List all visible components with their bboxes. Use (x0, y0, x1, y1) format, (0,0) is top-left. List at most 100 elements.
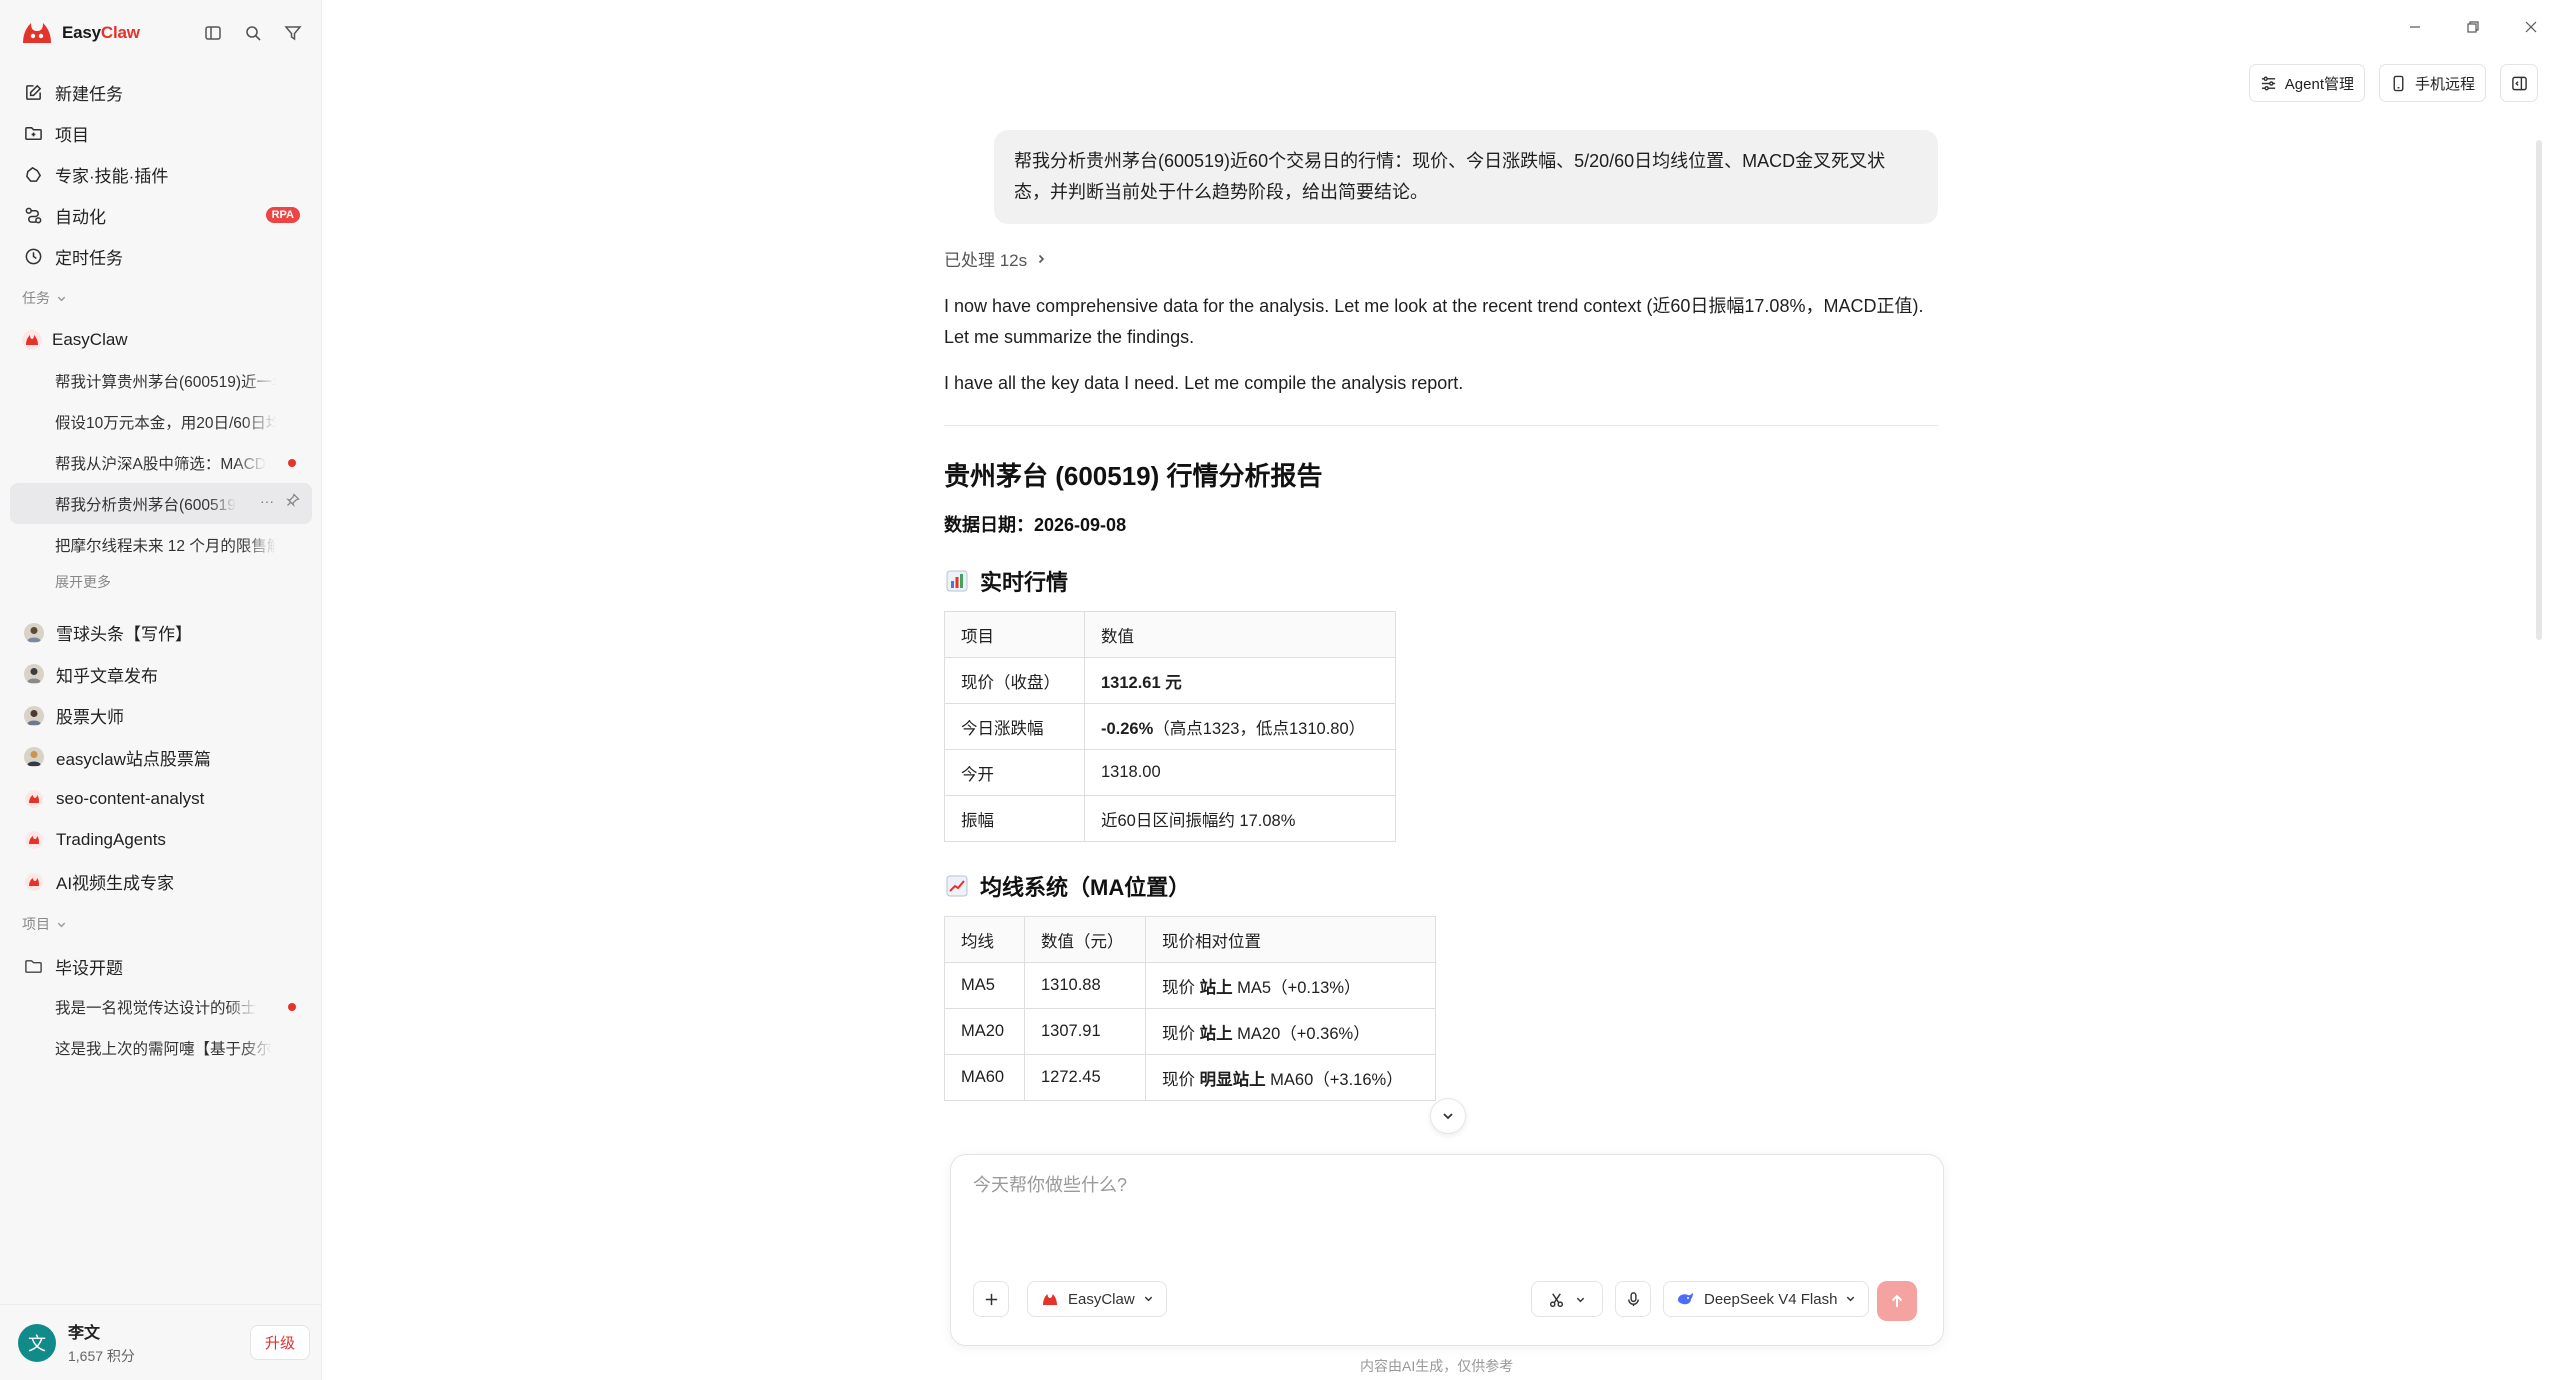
unread-dot (288, 1003, 296, 1011)
upgrade-button[interactable]: 升级 (249, 1325, 310, 1360)
easyclaw-logo-icon (22, 330, 42, 350)
table-header: 现价相对位置 (1145, 916, 1436, 963)
puzzle-icon (26, 166, 42, 182)
agent-item[interactable]: 雪球头条【写作】 (10, 612, 312, 654)
mobile-remote-button[interactable]: 手机远程 (2378, 64, 2486, 102)
project-task-item[interactable]: 这是我上次的需阿嚏【基于皮尔 (10, 1027, 312, 1068)
more-options-icon[interactable]: ··· (260, 493, 274, 510)
agent-item[interactable]: 股票大师 (10, 695, 312, 737)
restore-icon[interactable] (2444, 0, 2502, 54)
agent-item[interactable]: 知乎文章发布 (10, 654, 312, 696)
scrollbar[interactable] (2536, 140, 2542, 640)
task-item[interactable]: 帮我计算贵州茅台(600519)近一年 (10, 360, 312, 401)
show-more-link[interactable]: 展开更多 (10, 565, 312, 599)
nav-projects[interactable]: 项目 (10, 113, 312, 154)
chat-thread: 帮我分析贵州茅台(600519)近60个交易日的行情：现价、今日涨跌幅、5/20… (944, 130, 1938, 1101)
easyclaw-logo-icon (24, 789, 44, 809)
task-group-head[interactable]: EasyClaw (10, 320, 312, 360)
chevron-down-icon (57, 922, 66, 927)
agent-item[interactable]: seo-content-analyst (10, 778, 312, 820)
user-avatar[interactable]: 文 (18, 1323, 56, 1362)
project-group: 毕设开题 我是一名视觉传达设计的硕士 这是我上次的需阿嚏【基于皮尔 (10, 946, 312, 1068)
table-row: 现价（收盘） 1312.61 元 (944, 657, 1396, 704)
table-row: 振幅 近60日区间振幅约 17.08% (944, 795, 1396, 842)
projects-section-toggle[interactable]: 项目 (22, 914, 67, 934)
task-item[interactable]: 帮我从沪深A股中筛选：MACD (10, 442, 312, 483)
nav-experts-skills[interactable]: 专家·技能·插件 (10, 154, 312, 195)
clock-icon (25, 248, 42, 265)
user-points: 1,657 积分 (68, 1348, 135, 1364)
folder-plus-icon (25, 127, 42, 140)
panel-icon (2511, 76, 2527, 90)
chevron-down-icon (1576, 1297, 1585, 1302)
agent-item[interactable]: TradingAgents (10, 820, 312, 862)
toggle-panel-button[interactable] (2500, 64, 2538, 102)
tools-button[interactable] (1531, 1281, 1603, 1317)
close-icon[interactable] (2502, 0, 2560, 54)
line-chart-icon (944, 873, 970, 899)
tasks-section-toggle[interactable]: 任务 (22, 288, 67, 308)
chevron-down-icon (1143, 1291, 1154, 1308)
attach-button[interactable] (973, 1281, 1009, 1317)
nav-new-task[interactable]: 新建任务 (10, 72, 312, 113)
task-item-active[interactable]: 帮我分析贵州茅台(600519 ··· (10, 483, 312, 524)
agent-item[interactable]: easyclaw站点股票篇 (10, 737, 312, 779)
prompt-input[interactable] (973, 1175, 1913, 1196)
section-heading: 实时行情 (944, 565, 1938, 597)
table-row: 今日涨跌幅 -0.26%（高点1323，低点1310.80） (944, 703, 1396, 750)
window-controls (2386, 0, 2560, 54)
task-item[interactable]: 假设10万元本金，用20日/60日均 (10, 401, 312, 442)
composer: EasyClaw DeepSeek V4 Flash (950, 1154, 1944, 1346)
table-row: MA60 1272.45 现价 明显站上 MA60（+3.16%） (944, 1054, 1436, 1101)
voice-input-button[interactable] (1615, 1281, 1651, 1317)
table-row: 今开 1318.00 (944, 749, 1396, 796)
microphone-icon (1627, 1291, 1639, 1306)
model-selector[interactable]: DeepSeek V4 Flash (1663, 1281, 1870, 1317)
chevron-right-icon (1039, 254, 1045, 263)
report-title: 贵州茅台 (600519) 行情分析报告 (944, 461, 1323, 491)
nav-scheduled-tasks[interactable]: 定时任务 (10, 236, 312, 277)
chevron-down-icon (1845, 1291, 1856, 1308)
project-task-item[interactable]: 我是一名视觉传达设计的硕士 (10, 986, 312, 1027)
project-head[interactable]: 毕设开题 (10, 946, 312, 986)
easyclaw-logo-icon (20, 19, 54, 47)
rpa-badge: RPA (265, 207, 300, 223)
chevron-down-icon (1443, 1113, 1453, 1120)
sliders-icon (2261, 76, 2275, 90)
deepseek-whale-icon (1678, 1293, 1693, 1305)
new-task-icon (26, 84, 42, 100)
table-header: 数值 (1084, 611, 1396, 658)
agent-management-button[interactable]: Agent管理 (2248, 64, 2365, 102)
main-nav: 新建任务 项目 专家·技能·插件 自动化 RPA 定时任务 (10, 72, 312, 277)
table-header: 数值（元） (1024, 916, 1146, 963)
toggle-sidebar-icon[interactable] (200, 20, 226, 46)
section-heading: 均线系统（MA位置） (944, 870, 1938, 902)
pin-icon[interactable] (285, 493, 300, 510)
user-name: 李文 (68, 1325, 101, 1342)
agent-item[interactable]: AI视频生成专家 (10, 861, 312, 903)
brand[interactable]: EasyClaw (20, 16, 140, 50)
send-button[interactable] (1877, 1281, 1917, 1321)
unread-dot (288, 459, 296, 467)
header-actions: Agent管理 手机远程 (2248, 64, 2538, 102)
realtime-quote-table: 项目 数值 现价（收盘） 1312.61 元 今日涨跌幅 -0.26%（高点13… (944, 611, 1396, 842)
filter-icon[interactable] (280, 20, 306, 46)
minimize-icon[interactable] (2386, 0, 2444, 54)
person-avatar-icon (24, 705, 44, 726)
arrow-up-icon (1891, 1294, 1903, 1307)
agent-selector[interactable]: EasyClaw (1027, 1281, 1167, 1317)
easyclaw-logo-icon (24, 872, 44, 892)
processed-toggle[interactable]: 已处理 12s (944, 246, 1938, 271)
task-item[interactable]: 把摩尔线程未来 12 个月的限售解 (10, 524, 312, 565)
nav-automation[interactable]: 自动化 RPA (10, 195, 312, 236)
table-row: MA5 1310.88 现价 站上 MA5（+0.13%） (944, 962, 1436, 1009)
plus-icon (985, 1293, 997, 1305)
table-header: 项目 (944, 611, 1085, 658)
table-header: 均线 (944, 916, 1025, 963)
search-icon[interactable] (240, 20, 266, 46)
agent-list: 雪球头条【写作】 知乎文章发布 股票大师 easyclaw站点股票篇 seo-c… (10, 612, 312, 903)
easyclaw-logo-icon (24, 830, 44, 850)
scroll-to-bottom-button[interactable] (1430, 1098, 1466, 1134)
person-avatar-icon (24, 664, 44, 685)
table-row: MA20 1307.91 现价 站上 MA20（+0.36%） (944, 1008, 1436, 1055)
